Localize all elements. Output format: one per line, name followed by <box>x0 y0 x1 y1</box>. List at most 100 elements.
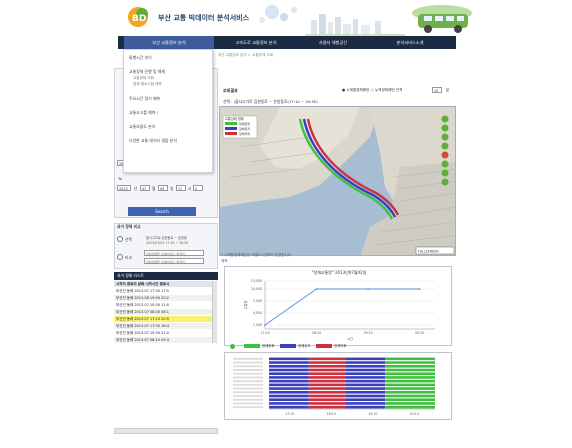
heatmap-cell <box>345 405 386 409</box>
map-fullscreen-button: FULLSCREEN <box>418 250 439 254</box>
menu-item-data-combination[interactable]: 다양한 교통 데이터 결합 분석 <box>129 138 177 144</box>
heatmap-cell <box>385 387 435 390</box>
menu-item-accident-prediction[interactable]: 교통사고를 예측 I <box>129 110 158 116</box>
past-list-row[interactable]: 부산진 동래 2013.07 17:30 17:5 <box>114 288 212 294</box>
row-label-placeholder <box>233 365 263 368</box>
city-skyline-decoration <box>305 14 405 36</box>
compare-radio-select[interactable] <box>117 236 123 242</box>
heatmap-cell <box>385 376 435 379</box>
heatmap-cell <box>308 402 346 405</box>
legend-swatch-ease <box>244 344 260 348</box>
y-axis-label: 교통량 <box>243 301 248 310</box>
x-tick-label: 20:10 <box>415 331 424 335</box>
header-bubbles-decoration <box>259 5 297 23</box>
map-link[interactable]: 제목 <box>221 259 228 264</box>
heatmap-cell <box>269 405 309 409</box>
past-list-row[interactable]: 부산진 동래 2013.07 08:00 08:1 <box>114 309 212 315</box>
y-tick-label: 10,000 <box>251 287 262 291</box>
heatmap-cell <box>345 364 386 368</box>
past-list-header-row: 시작지 종료지 날짜 시작시간 종료시 <box>114 281 212 287</box>
heatmap-cell <box>385 405 435 409</box>
compare-option-compare-label: 비교 <box>125 255 132 260</box>
menu-sub-congestion-release[interactable]: 정체 해소시점 예측 <box>133 82 162 87</box>
end-month-select[interactable]: 07 <box>140 185 150 191</box>
heatmap-cell <box>385 379 435 383</box>
menu-item-congestion[interactable]: 교통정체 진행 및 해제 <box>129 69 165 75</box>
nav-dropdown-menu: 통행시간 추이 교통정체 진행 및 해제 교통정체 조회 정체 해소시점 예측 … <box>123 49 213 173</box>
month-unit: 월 <box>152 186 156 191</box>
logo-initials: BD <box>132 14 146 24</box>
heatmap-cell <box>345 398 386 402</box>
traffic-map[interactable]: 교통상태 범례 정체완화 정체유지 정체악화 FULLSCREEN <box>219 106 456 256</box>
compare-title: 과거 정체 비교 <box>117 224 141 229</box>
x-tick-label: 17:10 <box>260 331 269 335</box>
map-legend-worse: 정체악화 <box>239 131 250 136</box>
heatmap-cell <box>345 402 386 405</box>
heatmap-cell <box>308 379 346 383</box>
nav-item-busan-traffic[interactable]: 부산 교통정보 분석 <box>124 36 214 49</box>
heatmap-cell <box>345 383 386 387</box>
end-minute-select[interactable]: 0 <box>193 185 203 191</box>
horizontal-scrollbar[interactable] <box>114 428 218 434</box>
past-list-row-selected[interactable]: 부산진 동래 2013.07 17:10 20:5 <box>114 316 212 322</box>
heatmap-cell <box>345 368 386 372</box>
heatmap-cell <box>308 364 346 368</box>
heatmap-cell <box>308 361 346 364</box>
past-list-row[interactable]: 부산진 동래 2013.07 08:10 09:3 <box>114 337 212 343</box>
end-hour-select[interactable]: 17 <box>176 185 186 191</box>
result-view-options[interactable]: ● 시계열정체패턴 ○ 누적정체패턴 간격 <box>342 88 402 93</box>
compare-select-2[interactable]: 정체흐름을 선택하세요 (과정이.. <box>144 258 204 264</box>
compare-option-select-label: 선택 <box>125 237 132 242</box>
row-label-placeholder <box>233 383 263 386</box>
heatmap-cell <box>308 368 346 372</box>
interval-select[interactable]: 10 <box>432 87 442 93</box>
legend-label-ease: 정체완화 <box>262 344 275 348</box>
past-list-row[interactable]: 부산진 동래 2013.07 19:30 21:0 <box>114 330 212 336</box>
line-chart-legend: 정체완화 정체유지 정체악화 <box>226 343 454 349</box>
breadcrumb-text: 부산 교통정보 분석 > 교통정체 조회 <box>218 53 274 57</box>
y-tick-label: 1,000 <box>253 323 262 327</box>
menu-sub-congestion-query[interactable]: 교통정체 조회 <box>133 76 154 81</box>
y-tick-label: 7,000 <box>253 299 262 303</box>
past-list-row[interactable]: 부산진 동래 2013.07 17:30 18:4 <box>114 323 212 329</box>
row-label-placeholder <box>233 402 263 405</box>
past-list-row[interactable]: 부산진 동래 2013.08 19:30 20:2 <box>114 295 212 301</box>
menu-item-travel-time[interactable]: 통행시간 추이 <box>129 55 152 61</box>
end-year-select[interactable]: 2013 <box>117 185 131 191</box>
row-label-placeholder <box>233 357 263 360</box>
nav-item-highway-traffic[interactable]: 고속도로 교통정보 분석 <box>216 36 296 49</box>
list-scrollbar[interactable] <box>212 281 217 343</box>
legend-swatch-worse <box>316 344 332 348</box>
heatmap-cell <box>345 357 386 361</box>
menu-item-key-time-prediction[interactable]: 주요시간 정기 예측 <box>129 96 160 102</box>
heatmap-svg: 17:10 18:10 19:10 20:10 <box>233 357 435 416</box>
x-tick-label: 18:10 <box>312 331 321 335</box>
x-tick-label: 18:10 <box>327 412 336 416</box>
x-tick-label: 17:10 <box>285 412 294 416</box>
heatmap-cell <box>345 361 386 364</box>
past-list-row[interactable]: 부산진 동래 2013.07 10:30 11:0 <box>114 302 212 308</box>
compare-select-1[interactable]: 정체흐름을 선택하세요 (과정이.. <box>144 250 204 256</box>
heatmap-cell <box>269 402 309 405</box>
legend-label-keep: 정체유지 <box>298 344 311 348</box>
menu-item-traffic-flow[interactable]: 교통흐름도 분석 <box>129 124 155 130</box>
row-label-placeholder <box>233 395 263 397</box>
heatmap-cell <box>345 390 386 394</box>
row-label-placeholder <box>233 372 263 375</box>
end-day-select[interactable]: 09 <box>158 185 168 191</box>
day-unit: 일 <box>170 186 174 191</box>
heatmap-cell <box>345 394 386 398</box>
map-legend-keep: 정체유지 <box>239 126 250 131</box>
heatmap-cell <box>269 357 309 361</box>
heatmap-cell <box>308 357 346 361</box>
heatmap-cell <box>269 387 309 390</box>
search-button[interactable]: Search <box>128 207 196 216</box>
compare-option-select-line-1: 출사고가로 김현동로 ~ 온방동 <box>146 236 187 240</box>
heatmap-cell <box>385 361 435 364</box>
nav-item-service-intro[interactable]: 분석서비스소개 <box>370 36 450 49</box>
heatmap-cell <box>385 364 435 368</box>
nav-item-user-space[interactable]: 사용자 체험공간 <box>298 36 368 49</box>
y-tick-label: 13,000 <box>251 279 262 283</box>
logo-mark: BD <box>128 7 148 27</box>
compare-radio-compare[interactable] <box>117 254 123 260</box>
